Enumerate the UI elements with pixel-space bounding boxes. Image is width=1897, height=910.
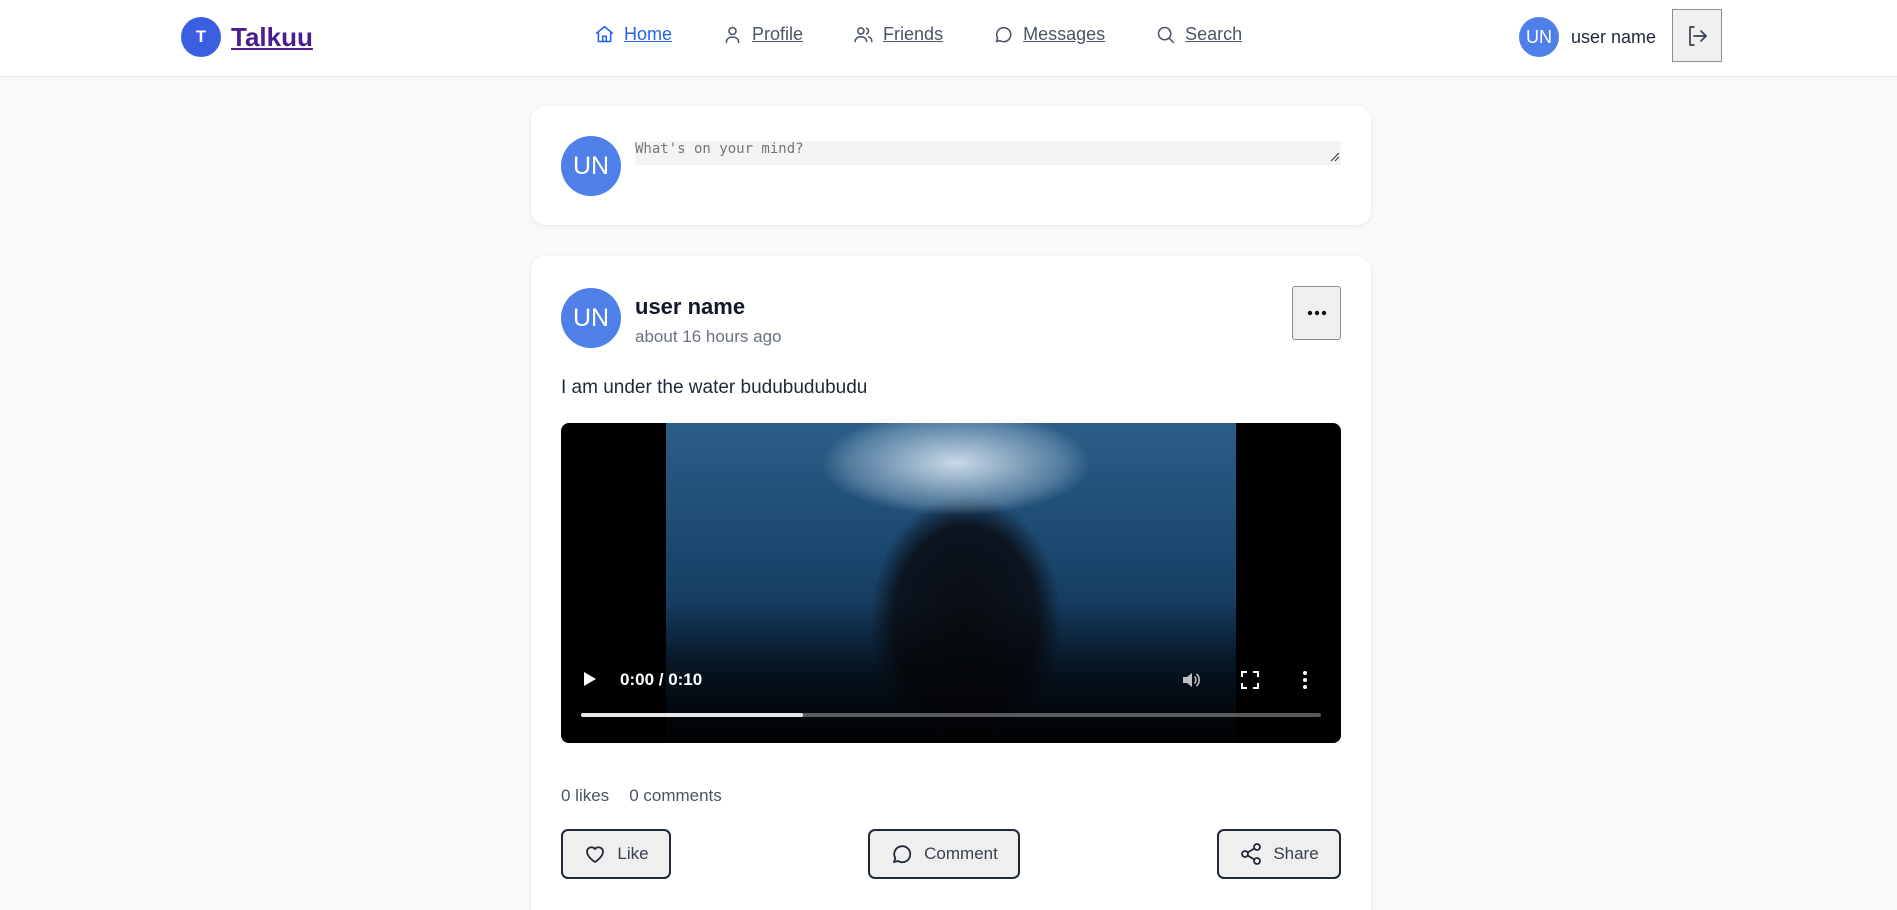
post-author-avatar[interactable]: UN	[561, 288, 621, 348]
composer-input[interactable]	[635, 141, 1341, 165]
volume-icon[interactable]	[1181, 670, 1201, 690]
user-icon	[725, 26, 740, 44]
resize-grip-icon[interactable]	[1328, 150, 1340, 162]
nav-friends[interactable]: Friends	[853, 24, 943, 45]
users-icon	[854, 27, 873, 43]
nav-friends-label: Friends	[883, 24, 944, 44]
brand-name-link[interactable]: Talkuu	[231, 22, 313, 53]
nav-profile-label: Profile	[752, 24, 804, 44]
nav-search-label: Search	[1185, 24, 1243, 44]
video-player[interactable]: 0:00 / 0:10	[561, 423, 1341, 743]
heart-icon	[586, 846, 605, 863]
share-button[interactable]: Share	[1217, 829, 1341, 879]
search-icon	[1157, 26, 1175, 44]
more-horizontal-icon	[1307, 310, 1326, 316]
play-icon[interactable]	[583, 671, 597, 687]
logout-icon	[1689, 25, 1707, 46]
post-body-text: I am under the water budubudubudu	[561, 377, 868, 398]
video-seek-bar[interactable]	[581, 713, 1321, 717]
logout-button[interactable]	[1672, 9, 1722, 62]
comment-button[interactable]: Comment	[868, 829, 1020, 879]
likes-count[interactable]: 0 likes	[561, 786, 609, 806]
fullscreen-icon[interactable]	[1241, 671, 1259, 689]
post-composer: UN	[531, 106, 1371, 225]
avatar: UN	[1519, 17, 1559, 57]
share-button-label: Share	[1273, 844, 1319, 863]
comments-count[interactable]: 0 comments	[629, 786, 722, 806]
like-button[interactable]: Like	[561, 829, 671, 879]
composer-avatar: UN	[561, 136, 621, 196]
nav-home[interactable]: Home	[594, 24, 672, 45]
nav-search[interactable]: Search	[1155, 24, 1242, 45]
nav-messages[interactable]: Messages	[993, 24, 1105, 45]
post-stats: 0 likes 0 comments	[561, 786, 722, 806]
nav-profile[interactable]: Profile	[722, 24, 803, 45]
video-buffered-bar	[581, 713, 803, 717]
like-button-label: Like	[617, 844, 649, 863]
current-user-name: user name	[1571, 26, 1657, 47]
share-icon	[1241, 843, 1262, 865]
nav-messages-label: Messages	[1023, 24, 1106, 44]
message-circle-icon	[893, 845, 912, 864]
video-time-display: 0:00 / 0:10	[620, 670, 703, 689]
nav-home-label: Home	[624, 24, 673, 44]
post-card: UN user name about 16 hours ago I am und…	[531, 256, 1371, 910]
video-menu-icon[interactable]	[1302, 670, 1308, 690]
main-nav: Home Profile Friends Messages Search	[594, 24, 1292, 45]
top-navigation-bar: T Talkuu Home Profile Friends Messages S…	[0, 0, 1897, 77]
brand-logo[interactable]: T Talkuu	[181, 17, 313, 57]
post-timestamp: about 16 hours ago	[635, 327, 782, 346]
current-user[interactable]: UN user name	[1519, 17, 1656, 57]
comment-button-label: Comment	[924, 844, 998, 863]
post-author-name[interactable]: user name	[635, 294, 745, 320]
home-icon	[595, 25, 614, 43]
post-options-button[interactable]	[1292, 286, 1341, 340]
message-circle-icon	[995, 26, 1012, 43]
brand-badge: T	[181, 17, 221, 57]
